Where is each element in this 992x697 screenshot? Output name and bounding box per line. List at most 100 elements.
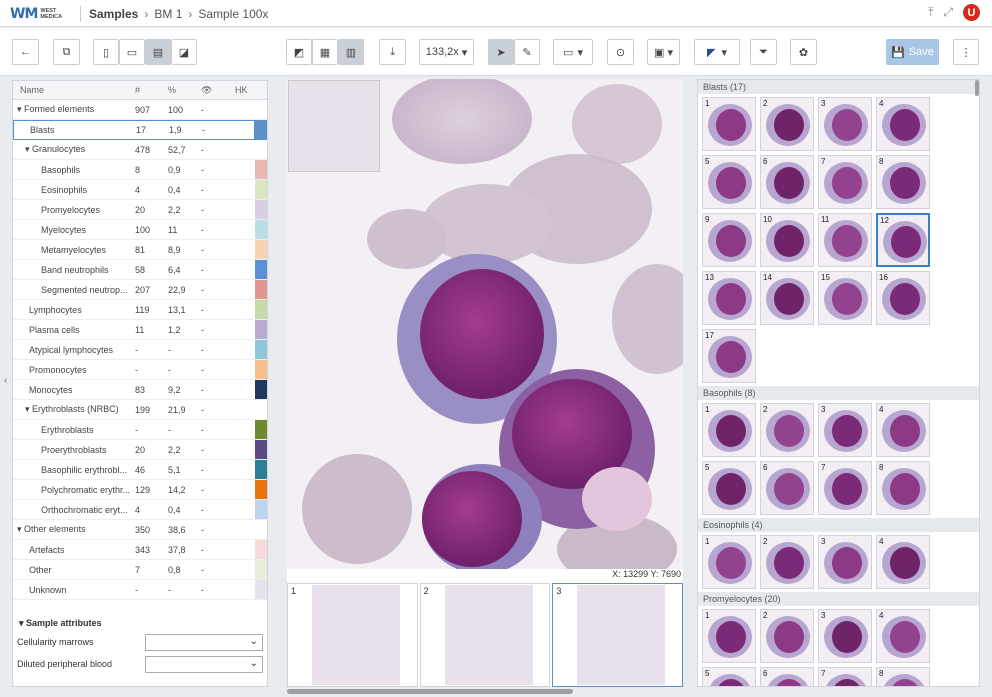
- col-visibility[interactable]: 👁: [201, 85, 235, 96]
- caret-down-icon[interactable]: ▾: [17, 104, 22, 114]
- field-thumbnail[interactable]: 1: [287, 583, 418, 687]
- cell-thumbnail[interactable]: 5: [702, 155, 756, 209]
- table-row[interactable]: Orthochromatic eryt... 4 0,4 -: [13, 500, 267, 520]
- cell-thumbnail[interactable]: 6: [760, 461, 814, 515]
- table-row[interactable]: Other 7 0,8 -: [13, 560, 267, 580]
- row-visibility[interactable]: -: [201, 425, 235, 435]
- marker-color-button[interactable]: ◤ ▾: [694, 39, 740, 65]
- row-visibility[interactable]: -: [201, 565, 235, 575]
- select-tool-button[interactable]: ➤: [488, 39, 514, 65]
- table-row[interactable]: Segmented neutrop... 207 22,9 -: [13, 280, 267, 300]
- cell-thumbnail[interactable]: 13: [702, 271, 756, 325]
- row-visibility[interactable]: -: [201, 485, 235, 495]
- cell-thumbnail[interactable]: 8: [876, 461, 930, 515]
- gallery-section-header[interactable]: Basophils (8): [698, 386, 979, 400]
- col-percent[interactable]: %: [168, 85, 201, 95]
- gallery-section-header[interactable]: Blasts (17): [698, 80, 979, 94]
- cell-thumbnail[interactable]: 17: [702, 329, 756, 383]
- col-name[interactable]: Name: [13, 85, 135, 95]
- table-row[interactable]: Eosinophils 4 0,4 -: [13, 180, 267, 200]
- table-row[interactable]: Lymphocytes 119 13,1 -: [13, 300, 267, 320]
- cell-thumbnail[interactable]: 11: [818, 213, 872, 267]
- cell-thumbnail[interactable]: 5: [702, 667, 756, 686]
- diluted-select[interactable]: ⌄: [145, 655, 263, 673]
- save-button[interactable]: 💾 Save: [886, 39, 939, 65]
- row-visibility[interactable]: -: [201, 445, 235, 455]
- microscope-viewer[interactable]: [287, 79, 683, 569]
- row-visibility[interactable]: -: [201, 305, 235, 315]
- breadcrumb-samples[interactable]: Samples: [89, 7, 138, 21]
- table-row[interactable]: Plasma cells 11 1,2 -: [13, 320, 267, 340]
- table-row[interactable]: Artefacts 343 37,8 -: [13, 540, 267, 560]
- cell-thumbnail[interactable]: 3: [818, 609, 872, 663]
- row-visibility[interactable]: -: [201, 225, 235, 235]
- layout-quad-button[interactable]: ▦: [312, 39, 338, 65]
- layout-single-button[interactable]: ◩: [286, 39, 312, 65]
- row-visibility[interactable]: -: [201, 345, 235, 355]
- back-button[interactable]: ←: [12, 39, 39, 65]
- rectangle-tool-button[interactable]: ▭ ▾: [553, 39, 593, 65]
- row-visibility[interactable]: -: [201, 265, 235, 275]
- view-page-button[interactable]: ▯: [93, 39, 119, 65]
- caret-down-icon[interactable]: ▾: [25, 404, 30, 414]
- table-row[interactable]: ▾ Formed elements 907 100-: [13, 100, 267, 120]
- caret-down-icon[interactable]: ▾: [25, 144, 30, 154]
- col-hk[interactable]: HK: [235, 85, 248, 95]
- fullscreen-icon[interactable]: ⤢: [943, 5, 953, 20]
- cell-thumbnail[interactable]: 2: [760, 403, 814, 457]
- hotkey-color-swatch[interactable]: [255, 260, 267, 279]
- row-visibility[interactable]: -: [201, 325, 235, 335]
- cell-thumbnail[interactable]: 1: [702, 403, 756, 457]
- cell-thumbnail[interactable]: 1: [702, 609, 756, 663]
- hotkey-color-swatch[interactable]: [255, 580, 267, 599]
- cell-thumbnail[interactable]: 6: [760, 667, 814, 686]
- hotkey-color-swatch[interactable]: [255, 220, 267, 239]
- cell-thumbnail[interactable]: 4: [876, 535, 930, 589]
- hotkey-color-swatch[interactable]: [255, 560, 267, 579]
- col-count[interactable]: #: [135, 85, 168, 95]
- gallery-section-header[interactable]: Promyelocytes (20): [698, 592, 979, 606]
- cell-thumbnail[interactable]: 1: [702, 97, 756, 151]
- cellularity-select[interactable]: ⌄: [145, 633, 263, 651]
- table-row[interactable]: ▾ Erythroblasts (NRBC) 199 21,9-: [13, 400, 267, 420]
- minimap[interactable]: [288, 80, 380, 172]
- user-avatar[interactable]: U: [963, 4, 980, 21]
- cell-thumbnail[interactable]: 8: [876, 667, 930, 686]
- hotkey-color-swatch[interactable]: [254, 121, 266, 140]
- cell-thumbnail[interactable]: 2: [760, 609, 814, 663]
- row-visibility[interactable]: -: [201, 585, 235, 595]
- view-contrast-button[interactable]: ◪: [171, 39, 197, 65]
- row-visibility[interactable]: -: [201, 545, 235, 555]
- hotkey-color-swatch[interactable]: [255, 460, 267, 479]
- row-visibility[interactable]: -: [201, 185, 235, 195]
- sample-attributes-title[interactable]: ▾ Sample attributes: [13, 609, 267, 631]
- cell-thumbnail[interactable]: 6: [760, 155, 814, 209]
- image-settings-button[interactable]: ▣ ▾: [647, 39, 680, 65]
- row-visibility[interactable]: -: [201, 285, 235, 295]
- gallery-section-header[interactable]: Eosinophils (4): [698, 518, 979, 532]
- open-external-button[interactable]: ⧉: [53, 39, 80, 65]
- horizontal-scrollbar[interactable]: [287, 689, 573, 694]
- table-row[interactable]: Basophilic erythrobl... 46 5,1 -: [13, 460, 267, 480]
- west-medica-logo[interactable]: WM WEST MEDICA: [10, 4, 62, 23]
- cell-thumbnail[interactable]: 2: [760, 535, 814, 589]
- table-row[interactable]: Polychromatic erythr... 129 14,2 -: [13, 480, 267, 500]
- table-row[interactable]: Basophils 8 0,9 -: [13, 160, 267, 180]
- hotkey-color-swatch[interactable]: [255, 180, 267, 199]
- hotkey-color-swatch[interactable]: [255, 480, 267, 499]
- more-menu-button[interactable]: ⋮: [953, 39, 979, 65]
- table-row[interactable]: Promonocytes - - -: [13, 360, 267, 380]
- download-button[interactable]: ⤓: [379, 39, 406, 65]
- cell-thumbnail[interactable]: 8: [876, 155, 930, 209]
- hotkey-color-swatch[interactable]: [255, 540, 267, 559]
- row-visibility[interactable]: -: [201, 245, 235, 255]
- cell-thumbnail[interactable]: 3: [818, 403, 872, 457]
- view-grid-button[interactable]: ▤: [145, 39, 171, 65]
- target-tool-button[interactable]: ⊙: [607, 39, 634, 65]
- row-visibility[interactable]: -: [201, 105, 235, 115]
- hotkey-color-swatch[interactable]: [255, 440, 267, 459]
- hotkey-color-swatch[interactable]: [255, 320, 267, 339]
- cell-thumbnail[interactable]: 4: [876, 97, 930, 151]
- row-visibility[interactable]: -: [201, 465, 235, 475]
- table-row[interactable]: Monocytes 83 9,2 -: [13, 380, 267, 400]
